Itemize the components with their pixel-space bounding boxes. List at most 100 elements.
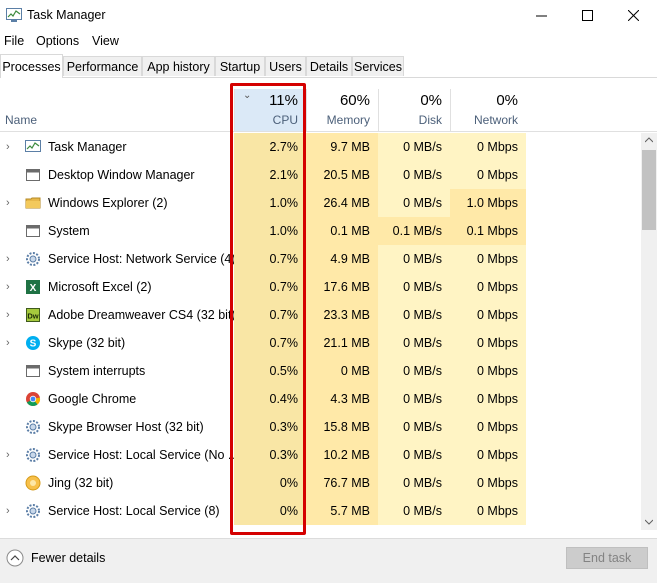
process-row[interactable]: › Task Manager 2.7% 9.7 MB 0 MB/s 0 Mbps	[0, 133, 641, 161]
tab-performance[interactable]: Performance	[63, 56, 142, 76]
memory-cell: 4.3 MB	[306, 385, 378, 413]
memory-cell: 26.4 MB	[306, 189, 378, 217]
process-name: Windows Explorer (2)	[48, 196, 168, 210]
network-cell: 0 Mbps	[450, 497, 526, 525]
menu-view[interactable]: View	[92, 34, 119, 48]
memory-cell: 9.7 MB	[306, 133, 378, 161]
expand-chevron-icon[interactable]: ›	[6, 448, 16, 462]
memory-column-header[interactable]: 60% Memory	[306, 89, 378, 131]
expand-chevron-icon[interactable]: ›	[6, 252, 16, 266]
expand-chevron-icon[interactable]: ›	[6, 504, 16, 518]
memory-total: 60%	[339, 92, 370, 109]
minimize-button[interactable]	[519, 0, 564, 31]
cpu-highlight-outline	[230, 83, 306, 535]
tab-app-history[interactable]: App history	[142, 56, 215, 76]
disk-cell: 0 MB/s	[378, 161, 450, 189]
expand-chevron-icon[interactable]: ›	[6, 280, 16, 294]
window-icon	[26, 365, 40, 377]
disk-cell: 0 MB/s	[378, 273, 450, 301]
scrollbar-thumb[interactable]	[642, 150, 656, 230]
disk-cell: 0 MB/s	[378, 413, 450, 441]
jing-icon	[25, 475, 41, 491]
tab-startup[interactable]: Startup	[215, 56, 265, 76]
task-manager-icon	[25, 140, 41, 152]
collapse-chevron-icon[interactable]	[6, 549, 24, 567]
disk-column-header[interactable]: 0% Disk	[378, 89, 450, 131]
process-name: Skype (32 bit)	[48, 336, 126, 350]
process-row[interactable]: › Windows Explorer (2) 1.0% 26.4 MB 0 MB/s 1.…	[0, 189, 641, 217]
disk-cell: 0 MB/s	[378, 385, 450, 413]
tab-users[interactable]: Users	[265, 56, 306, 76]
process-row[interactable]: › Dw Adobe Dreamweaver CS4 (32 bit) 0.7% 23.…	[0, 301, 641, 329]
window-title: Task Manager	[27, 8, 106, 22]
svg-text:S: S	[30, 339, 37, 350]
gear-icon	[26, 504, 40, 518]
network-column-header[interactable]: 0% Network	[450, 89, 526, 131]
memory-cell: 5.7 MB	[306, 497, 378, 525]
process-name: Desktop Window Manager	[48, 168, 195, 182]
process-row[interactable]: System interrupts 0.5% 0 MB 0 MB/s 0 Mbps	[0, 357, 641, 385]
network-label: Network	[473, 113, 518, 127]
memory-cell: 17.6 MB	[306, 273, 378, 301]
process-name: Service Host: Local Service (8)	[48, 504, 220, 518]
disk-cell: 0 MB/s	[378, 133, 450, 161]
process-row[interactable]: Jing (32 bit) 0% 76.7 MB 0 MB/s 0 Mbps	[0, 469, 641, 497]
close-button[interactable]	[611, 0, 656, 31]
process-row[interactable]: Google Chrome 0.4% 4.3 MB 0 MB/s 0 Mbps	[0, 385, 641, 413]
svg-text:X: X	[30, 283, 37, 294]
tab-details[interactable]: Details	[306, 56, 352, 76]
process-row[interactable]: Skype Browser Host (32 bit) 0.3% 15.8 MB 0 …	[0, 413, 641, 441]
network-cell: 0 Mbps	[450, 413, 526, 441]
network-cell: 0 Mbps	[450, 441, 526, 469]
network-cell: 0 Mbps	[450, 161, 526, 189]
tab-services[interactable]: Services	[352, 56, 404, 76]
memory-cell: 76.7 MB	[306, 469, 378, 497]
minimize-icon	[536, 15, 547, 17]
disk-total: 0%	[420, 92, 442, 109]
disk-label: Disk	[418, 113, 442, 127]
menu-file[interactable]: File	[4, 34, 24, 48]
maximize-button[interactable]	[565, 0, 610, 31]
close-icon	[628, 10, 639, 21]
network-cell: 0 Mbps	[450, 357, 526, 385]
process-row[interactable]: Desktop Window Manager 2.1% 20.5 MB 0 MB/s 0…	[0, 161, 641, 189]
scroll-up-icon[interactable]	[645, 137, 653, 143]
memory-cell: 0.1 MB	[306, 217, 378, 245]
network-cell: 0 Mbps	[450, 469, 526, 497]
process-name: Service Host: Network Service (4)	[48, 252, 236, 266]
disk-cell: 0 MB/s	[378, 329, 450, 357]
chrome-icon	[26, 392, 41, 407]
network-total: 0%	[496, 92, 518, 109]
dreamweaver-icon: Dw	[26, 308, 40, 322]
scroll-down-icon[interactable]	[645, 519, 653, 525]
expand-chevron-icon[interactable]: ›	[6, 140, 16, 154]
expand-chevron-icon[interactable]: ›	[6, 196, 16, 210]
expand-chevron-icon[interactable]: ›	[6, 336, 16, 350]
process-row[interactable]: › Service Host: Local Service (8) 0% 5.7 MB…	[0, 497, 641, 525]
gear-icon	[26, 252, 40, 266]
network-cell: 0 Mbps	[450, 385, 526, 413]
menu-options[interactable]: Options	[36, 34, 79, 48]
tab-processes[interactable]: Processes	[0, 54, 63, 78]
process-row[interactable]: › X Microsoft Excel (2) 0.7% 17.6 MB 0 MB/s 0 …	[0, 273, 641, 301]
expand-chevron-icon[interactable]: ›	[6, 308, 16, 322]
process-name: Jing (32 bit)	[48, 476, 114, 490]
memory-cell: 0 MB	[306, 357, 378, 385]
process-row[interactable]: › S Skype (32 bit) 0.7% 21.1 MB 0 MB/s 0 Mbps	[0, 329, 641, 357]
end-task-button[interactable]: End task	[566, 547, 648, 569]
memory-cell: 21.1 MB	[306, 329, 378, 357]
process-row[interactable]: › Service Host: Local Service (No ... 0.3%…	[0, 441, 641, 469]
name-column-header[interactable]: Name	[5, 113, 37, 127]
process-row[interactable]: System 1.0% 0.1 MB 0.1 MB/s 0.1 Mbps	[0, 217, 641, 245]
svg-text:Dw: Dw	[27, 312, 38, 321]
skype-icon: S	[26, 336, 40, 350]
network-cell: 0.1 Mbps	[450, 217, 526, 245]
process-name: Microsoft Excel (2)	[48, 280, 152, 294]
memory-cell: 20.5 MB	[306, 161, 378, 189]
disk-cell: 0 MB/s	[378, 245, 450, 273]
memory-cell: 10.2 MB	[306, 441, 378, 469]
process-row[interactable]: › Service Host: Network Service (4) 0.7% 4.…	[0, 245, 641, 273]
fewer-details-link[interactable]: Fewer details	[31, 551, 105, 565]
vertical-scrollbar[interactable]	[641, 133, 657, 530]
menu-bar: File Options View	[0, 32, 657, 52]
